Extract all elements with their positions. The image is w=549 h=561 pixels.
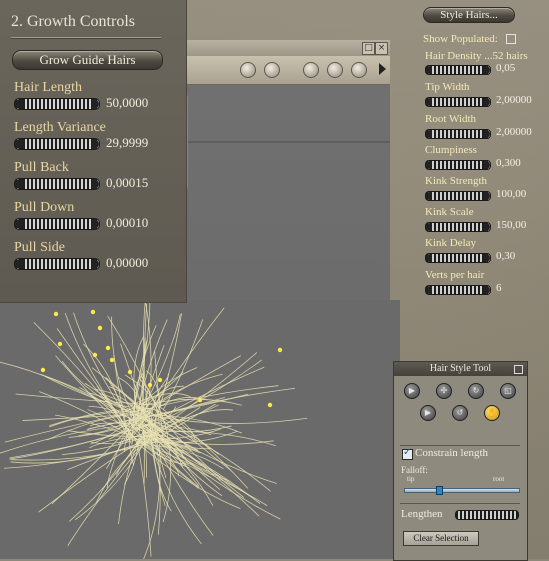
clumpiness-value[interactable]: 0,300	[496, 157, 521, 169]
guide-hair-tip[interactable]	[58, 342, 62, 346]
move-icon[interactable]	[327, 62, 343, 78]
hand-tool-icon[interactable]: ✋	[484, 405, 500, 421]
figure-icon[interactable]	[351, 62, 367, 78]
tip-label: tip	[407, 475, 414, 483]
kink-scale-dial[interactable]	[425, 222, 491, 232]
scale-tool-icon[interactable]: ◱	[500, 383, 516, 399]
kink-scale-value[interactable]: 150,00	[496, 219, 526, 231]
hair-style-tool-panel: Hair Style Tool ▶ ✣ ↻ ◱ ▶ ↺ ✋ Constrain …	[393, 361, 528, 561]
divider	[400, 503, 520, 504]
pull-down-label: Pull Down	[14, 200, 74, 216]
grow-guide-hairs-button[interactable]: Grow Guide Hairs	[12, 50, 163, 70]
pull-back-value[interactable]: 0,00015	[106, 175, 148, 191]
select-tool-icon[interactable]: ▶	[404, 383, 420, 399]
pull-side-value[interactable]: 0,00000	[106, 255, 148, 271]
root-label: root	[493, 475, 504, 483]
kink-strength-label: Kink Strength	[425, 175, 487, 187]
hair-strand	[67, 441, 146, 469]
guide-hair-tip[interactable]	[268, 403, 272, 407]
hair-length-value[interactable]: 50,0000	[106, 95, 148, 111]
hair-strand	[143, 444, 161, 559]
kink-strength-value[interactable]: 100,00	[496, 188, 526, 200]
hair-style-tool-title[interactable]: Hair Style Tool	[394, 362, 527, 376]
viewport-titlebar[interactable]: □ ×	[184, 40, 390, 56]
length-variance-label: Length Variance	[14, 120, 106, 136]
clear-selection-button[interactable]: Clear Selection	[403, 531, 479, 546]
close-icon[interactable]	[514, 365, 523, 374]
root-width-label: Root Width	[425, 113, 476, 125]
rotate-icon[interactable]	[303, 62, 319, 78]
pull-back-label: Pull Back	[14, 160, 69, 176]
tip-width-dial[interactable]	[425, 97, 491, 107]
root-width-dial[interactable]	[425, 129, 491, 139]
falloff-slider-knob[interactable]	[436, 486, 443, 495]
hair-density-value[interactable]: 0,05	[496, 62, 515, 74]
pull-side-label: Pull Side	[14, 240, 65, 256]
divider	[400, 445, 520, 446]
hair-density-label: Hair Density ...52 hairs	[425, 50, 528, 62]
tip-width-value[interactable]: 2,00000	[496, 94, 532, 106]
title-divider	[11, 37, 161, 38]
kink-delay-value[interactable]: 0,30	[496, 250, 515, 262]
viewport-divider	[184, 141, 390, 143]
arrow-right-icon[interactable]	[379, 63, 386, 75]
growth-controls-panel: 2. Growth Controls Grow Guide Hairs Hair…	[0, 0, 187, 303]
kink-delay-dial[interactable]	[425, 253, 491, 263]
constrain-length-checkbox[interactable]	[402, 449, 413, 460]
verts-per-hair-dial[interactable]	[425, 285, 491, 295]
length-variance-value[interactable]: 29,9999	[106, 135, 148, 151]
camera-icon[interactable]	[240, 62, 256, 78]
length-variance-dial[interactable]	[14, 138, 100, 150]
kink-scale-label: Kink Scale	[425, 206, 474, 218]
guide-hair-tip[interactable]	[106, 346, 110, 350]
tip-width-label: Tip Width	[425, 81, 470, 93]
hair-render	[0, 300, 400, 559]
show-populated-checkbox[interactable]	[506, 34, 516, 44]
verts-per-hair-value[interactable]: 6	[496, 282, 502, 294]
hair-length-dial[interactable]	[14, 98, 100, 110]
viewport-toolbar	[184, 56, 390, 85]
kink-strength-dial[interactable]	[425, 191, 491, 201]
deselect-tool-icon[interactable]: ▶	[420, 405, 436, 421]
guide-hair-tip[interactable]	[128, 370, 132, 374]
twist-tool-icon[interactable]: ↻	[468, 383, 484, 399]
panel-title: 2. Growth Controls	[11, 13, 135, 31]
lengthen-label: Lengthen	[401, 508, 443, 520]
close-icon[interactable]: ×	[375, 42, 388, 55]
guide-hair-tip[interactable]	[278, 348, 282, 352]
hair-length-label: Hair Length	[14, 80, 82, 96]
root-width-value[interactable]: 2,00000	[496, 126, 532, 138]
maximize-icon[interactable]: □	[362, 42, 375, 55]
pull-back-dial[interactable]	[14, 178, 100, 190]
translate-tool-icon[interactable]: ✣	[436, 383, 452, 399]
guide-hair-tip[interactable]	[93, 353, 97, 357]
guide-hair-tip[interactable]	[158, 378, 162, 382]
hair-strand	[34, 322, 129, 430]
falloff-label: Falloff:	[401, 465, 428, 475]
guide-hair-tip[interactable]	[198, 398, 202, 402]
guide-hair-tip[interactable]	[98, 326, 102, 330]
guide-hair-tip[interactable]	[41, 368, 45, 372]
hair-strand	[65, 313, 132, 435]
lengthen-dial[interactable]	[455, 510, 519, 520]
pull-down-dial[interactable]	[14, 218, 100, 230]
guide-hair-tip[interactable]	[91, 310, 95, 314]
curl-tool-icon[interactable]: ↺	[452, 405, 468, 421]
style-hairs-button[interactable]: Style Hairs...	[423, 7, 515, 23]
falloff-slider[interactable]	[404, 488, 520, 493]
folder-camera-icon[interactable]	[264, 62, 280, 78]
guide-hair-tip[interactable]	[148, 383, 152, 387]
pull-side-dial[interactable]	[14, 258, 100, 270]
kink-delay-label: Kink Delay	[425, 237, 476, 249]
pull-down-value[interactable]: 0,00010	[106, 215, 148, 231]
clumpiness-dial[interactable]	[425, 160, 491, 170]
guide-hair-tip[interactable]	[110, 358, 114, 362]
verts-per-hair-label: Verts per hair	[425, 269, 484, 281]
constrain-length-label: Constrain length	[415, 447, 488, 459]
guide-hair-tip[interactable]	[54, 312, 58, 316]
clumpiness-label: Clumpiness	[425, 144, 477, 156]
hair-density-dial[interactable]	[425, 65, 491, 75]
show-populated-label: Show Populated:	[423, 33, 498, 45]
